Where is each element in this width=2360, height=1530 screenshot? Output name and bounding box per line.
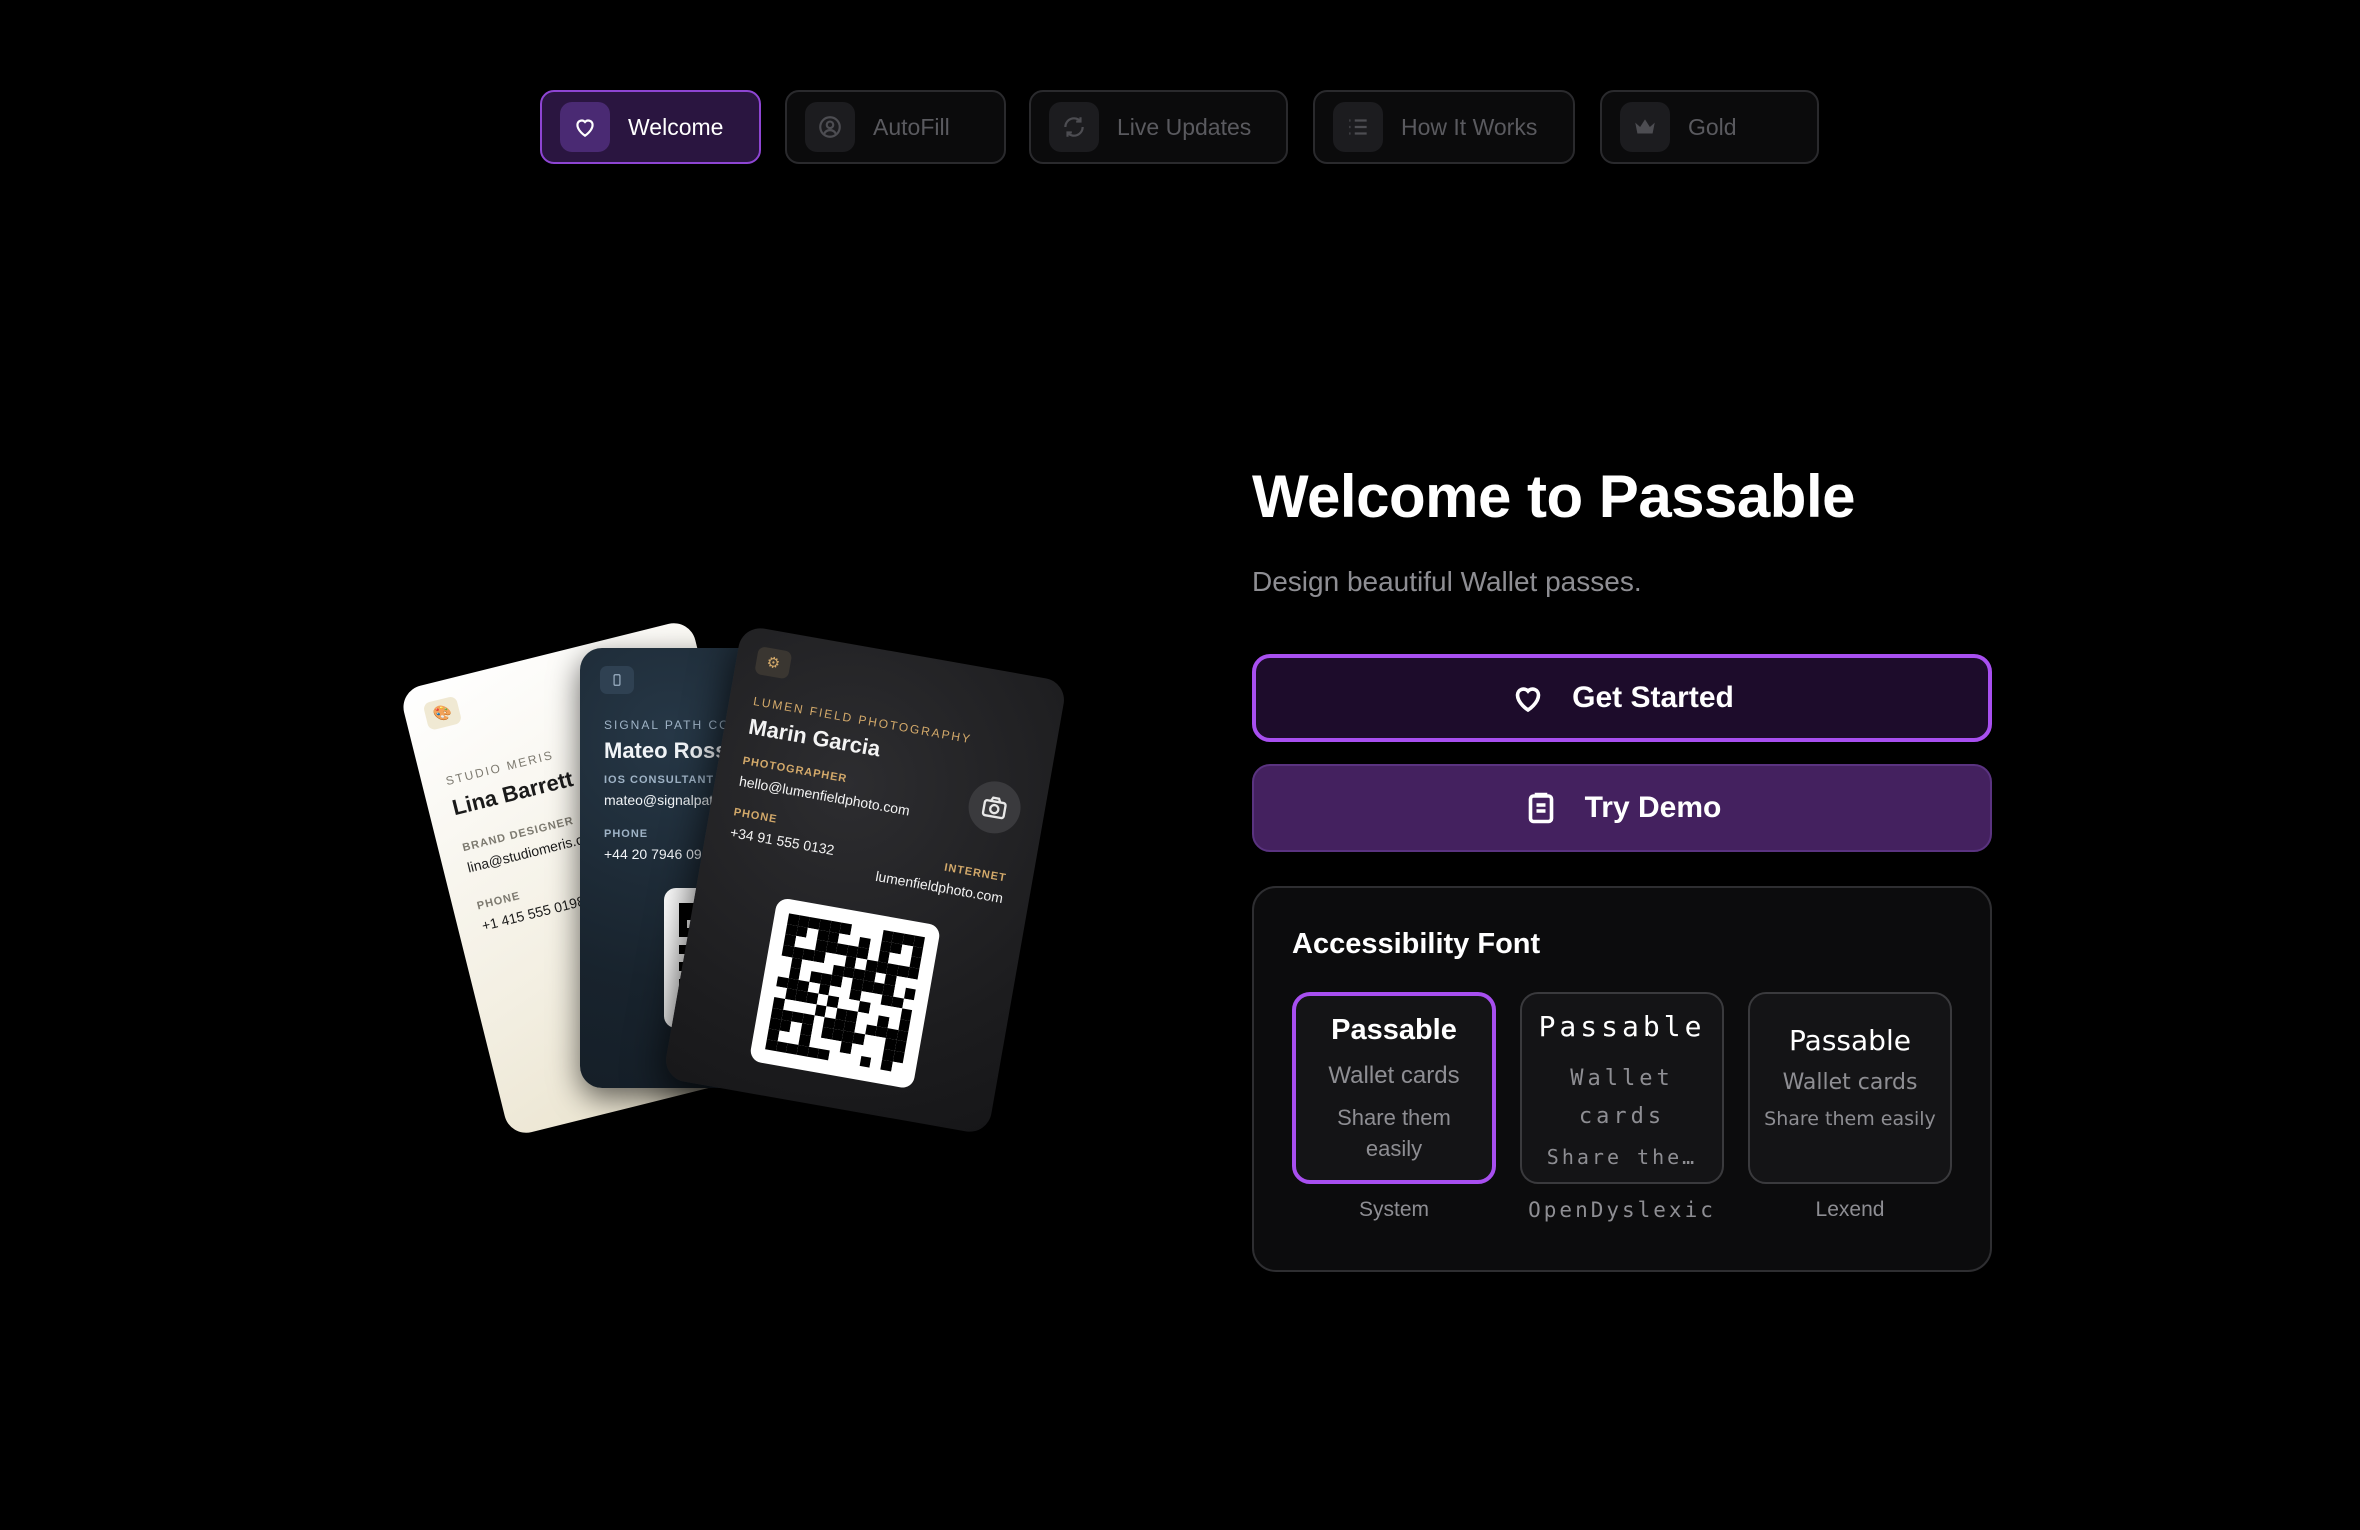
tab-gold[interactable]: Gold bbox=[1600, 90, 1819, 164]
camera-icon bbox=[964, 777, 1025, 838]
heart-icon bbox=[560, 102, 610, 152]
card-phone-label: PHONE bbox=[732, 806, 779, 826]
gear-icon: ⚙ bbox=[754, 646, 793, 680]
crown-icon bbox=[1620, 102, 1670, 152]
tab-live-updates[interactable]: Live Updates bbox=[1029, 90, 1288, 164]
font-sample-line1: Wallet cards bbox=[1570, 1066, 1674, 1129]
phone-icon bbox=[600, 666, 634, 694]
page-title: Welcome to Passable bbox=[1252, 463, 1855, 530]
font-option-system[interactable]: Passable Wallet cards Share them easily bbox=[1292, 992, 1496, 1184]
list-icon bbox=[1333, 102, 1383, 152]
card-phone: +34 91 555 0132 bbox=[728, 824, 836, 859]
font-sample-line1: Wallet cards bbox=[1782, 1070, 1918, 1095]
card-phone: +44 20 7946 09 bbox=[604, 846, 702, 862]
font-sample-title: Passable bbox=[1331, 1014, 1457, 1046]
card-role: IOS CONSULTANT bbox=[604, 774, 715, 786]
try-demo-label: Try Demo bbox=[1584, 791, 1722, 824]
font-caption-system: System bbox=[1358, 1198, 1429, 1221]
font-sample-line2: Share them easily bbox=[1337, 1105, 1451, 1161]
tab-label: How It Works bbox=[1401, 113, 1538, 140]
qr-code bbox=[748, 897, 942, 1090]
font-caption-lexend: Lexend bbox=[1815, 1198, 1885, 1221]
get-started-button[interactable]: Get Started bbox=[1252, 654, 1992, 742]
accessibility-font-panel: Accessibility Font Passable Wallet cards… bbox=[1252, 886, 1992, 1272]
clipboard-icon bbox=[1528, 792, 1553, 824]
tab-how-it-works[interactable]: How It Works bbox=[1313, 90, 1575, 164]
card-email: mateo@signalpath bbox=[604, 792, 721, 808]
font-sample-line2: Share them easily bbox=[1764, 1108, 1936, 1130]
font-option-opendyslexic[interactable]: Passable Wallet cards Share the… bbox=[1520, 992, 1724, 1184]
tab-autofill[interactable]: AutoFill bbox=[785, 90, 1006, 164]
try-demo-button[interactable]: Try Demo bbox=[1252, 764, 1992, 852]
tab-label: Gold bbox=[1688, 113, 1737, 140]
tab-label: Welcome bbox=[628, 113, 724, 140]
tab-label: Live Updates bbox=[1117, 113, 1252, 140]
refresh-icon bbox=[1049, 102, 1099, 152]
font-caption-opendyslexic: OpenDyslexic bbox=[1528, 1198, 1716, 1222]
card-phone-label: PHONE bbox=[604, 828, 649, 840]
font-option-lexend[interactable]: Passable Wallet cards Share them easily bbox=[1748, 992, 1952, 1184]
tab-welcome[interactable]: Welcome bbox=[540, 90, 761, 164]
qr-pattern bbox=[765, 913, 926, 1074]
person-circle-icon bbox=[805, 102, 855, 152]
tab-label: AutoFill bbox=[873, 113, 950, 140]
font-panel-title: Accessibility Font bbox=[1292, 928, 1541, 960]
card-name: Mateo Rossi bbox=[604, 738, 734, 763]
heart-icon bbox=[1515, 687, 1541, 713]
get-started-label: Get Started bbox=[1572, 681, 1734, 714]
font-sample-line1: Wallet cards bbox=[1328, 1062, 1460, 1089]
palette-icon: 🎨 bbox=[422, 695, 463, 731]
font-sample-title: Passable bbox=[1789, 1024, 1911, 1057]
font-sample-title: Passable bbox=[1538, 1010, 1706, 1043]
page-subtitle: Design beautiful Wallet passes. bbox=[1252, 566, 1642, 597]
font-sample-line2: Share the… bbox=[1546, 1145, 1698, 1169]
